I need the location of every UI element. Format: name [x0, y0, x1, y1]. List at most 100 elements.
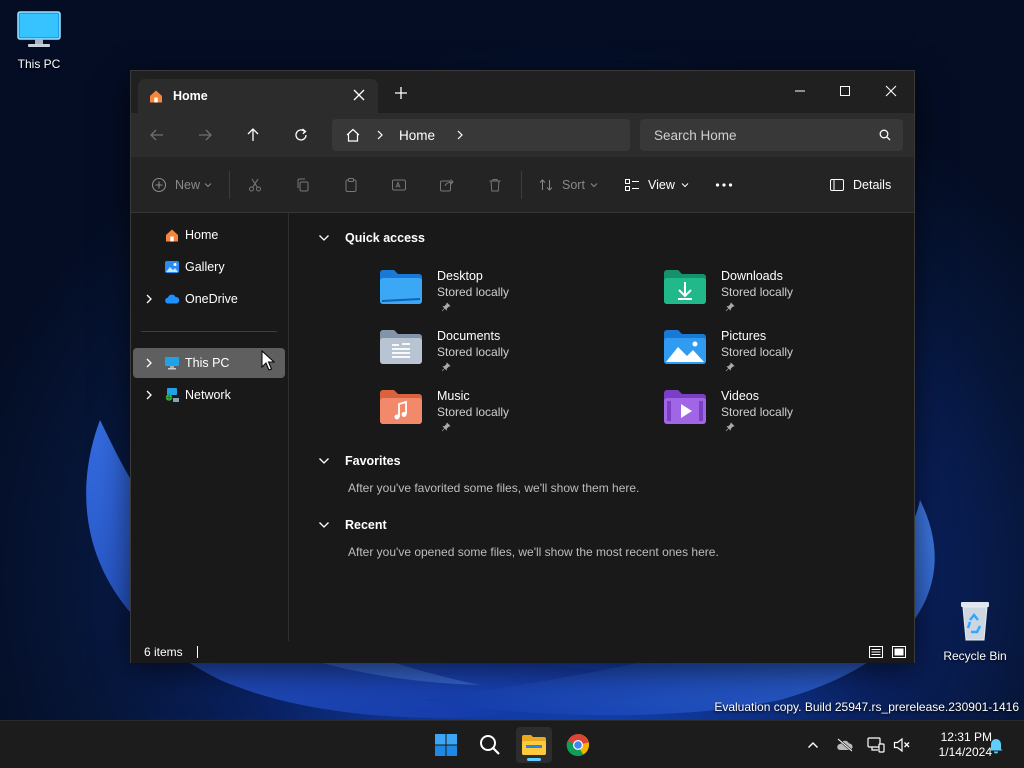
navigation-bar: Home	[131, 113, 914, 157]
monitor-icon	[165, 357, 179, 370]
maximize-button[interactable]	[822, 77, 868, 105]
recycle-bin-icon	[961, 602, 989, 641]
delete-button[interactable]	[487, 175, 503, 195]
search-taskbar-button[interactable]	[472, 727, 508, 763]
quick-access-item-pictures[interactable]: Pictures Stored locally	[663, 325, 903, 381]
music-folder-icon	[380, 390, 422, 424]
folder-status: Stored locally	[721, 285, 794, 299]
folder-name: Documents	[437, 329, 501, 343]
rename-icon	[392, 179, 406, 191]
more-dots-icon	[715, 183, 733, 187]
sidebar-item-network[interactable]: Network	[133, 380, 285, 410]
quick-access-item-desktop[interactable]: Desktop Stored locally	[379, 265, 619, 321]
chevron-right-icon	[377, 130, 383, 140]
chevron-right-icon[interactable]	[143, 357, 155, 369]
quick-access-item-documents[interactable]: Documents Stored locally	[379, 325, 619, 381]
refresh-button[interactable]	[291, 125, 311, 145]
chevron-down-icon	[319, 458, 329, 464]
chevron-right-icon[interactable]	[143, 389, 155, 401]
copy-button[interactable]	[295, 175, 311, 195]
taskbar: 12:31 PM 1/14/2024	[0, 720, 1024, 768]
text-caret	[196, 646, 198, 658]
section-title: Favorites	[345, 454, 401, 468]
network-tray-button[interactable]	[866, 735, 886, 755]
quick-access-item-videos[interactable]: Videos Stored locally	[663, 385, 903, 441]
details-button[interactable]: Details	[829, 175, 891, 195]
pin-icon	[441, 362, 451, 372]
address-bar[interactable]: Home	[332, 119, 630, 151]
sidebar-item-gallery[interactable]: Gallery	[133, 252, 285, 282]
close-window-button[interactable]	[868, 77, 914, 105]
new-tab-icon[interactable]	[393, 85, 409, 101]
sidebar-item-home[interactable]: Home	[133, 220, 285, 250]
network-icon	[165, 388, 179, 402]
rename-button[interactable]	[391, 175, 407, 195]
item-count: 6 items	[144, 645, 183, 659]
notifications-button[interactable]	[986, 735, 1006, 755]
sort-button[interactable]: Sort	[538, 175, 598, 195]
paste-button[interactable]	[343, 175, 359, 195]
quick-access-item-downloads[interactable]: Downloads Stored locally	[663, 265, 903, 321]
sort-icon	[539, 179, 553, 191]
chevron-down-icon	[319, 522, 329, 528]
downloads-folder-icon	[664, 270, 706, 304]
desktop-icon-this-pc[interactable]: This PC	[0, 10, 78, 71]
recent-header[interactable]: Recent	[318, 518, 387, 532]
tiles-view-icon[interactable]	[892, 645, 906, 659]
home-icon	[166, 229, 178, 242]
mouse-cursor-icon	[261, 350, 275, 371]
show-hidden-icons-button[interactable]	[803, 735, 823, 755]
start-button[interactable]	[428, 727, 464, 763]
volume-tray-button[interactable]	[892, 735, 912, 755]
pin-icon	[725, 422, 735, 432]
more-options-button[interactable]	[715, 175, 733, 195]
desktop-icon-label: This PC	[17, 57, 61, 71]
status-bar: 6 items	[131, 641, 914, 663]
folder-status: Stored locally	[437, 345, 510, 359]
minimize-button[interactable]	[777, 77, 823, 105]
quick-access-item-music[interactable]: Music Stored locally	[379, 385, 619, 441]
cut-button[interactable]	[247, 175, 263, 195]
share-icon	[440, 179, 454, 192]
trash-icon	[489, 179, 501, 192]
bell-icon	[989, 739, 1003, 754]
search-icon	[480, 735, 500, 755]
chevron-right-icon[interactable]	[143, 293, 155, 305]
chevron-down-icon	[590, 183, 598, 188]
breadcrumb-home[interactable]: Home	[399, 128, 435, 143]
tab-home[interactable]: Home	[138, 79, 378, 113]
details-view-icon[interactable]	[869, 645, 883, 659]
quick-access-header[interactable]: Quick access	[318, 231, 425, 245]
desktop-icon-label: Recycle Bin	[943, 649, 1007, 663]
forward-button[interactable]	[195, 125, 215, 145]
sidebar-item-onedrive[interactable]: OneDrive	[133, 284, 285, 314]
close-tab-icon[interactable]	[352, 88, 366, 102]
up-button[interactable]	[243, 125, 263, 145]
pin-icon	[441, 302, 451, 312]
search-input[interactable]	[654, 127, 854, 143]
back-button[interactable]	[147, 125, 167, 145]
videos-folder-icon	[664, 390, 706, 424]
folder-name: Pictures	[721, 329, 767, 343]
cloud-icon	[165, 294, 180, 304]
chrome-taskbar-button[interactable]	[560, 727, 596, 763]
pin-icon	[725, 362, 735, 372]
share-button[interactable]	[439, 175, 455, 195]
home-icon	[150, 90, 162, 103]
arrow-left-icon	[150, 129, 163, 141]
desktop-icon-recycle-bin[interactable]: Recycle Bin	[936, 598, 1014, 663]
file-explorer-taskbar-button[interactable]	[516, 727, 552, 763]
view-button[interactable]: View	[624, 175, 689, 195]
separator	[521, 171, 522, 199]
onedrive-tray-button[interactable]	[835, 735, 855, 755]
cloud-offline-icon	[837, 738, 853, 752]
search-icon	[879, 129, 891, 141]
folder-status: Stored locally	[437, 285, 510, 299]
favorites-header[interactable]: Favorites	[318, 454, 401, 468]
refresh-icon	[295, 128, 307, 141]
system-clock[interactable]: 12:31 PM 1/14/2024	[916, 730, 992, 760]
minimize-icon	[795, 90, 805, 92]
section-title: Quick access	[345, 231, 425, 245]
search-box[interactable]	[640, 119, 903, 151]
new-button[interactable]: New	[151, 175, 212, 195]
